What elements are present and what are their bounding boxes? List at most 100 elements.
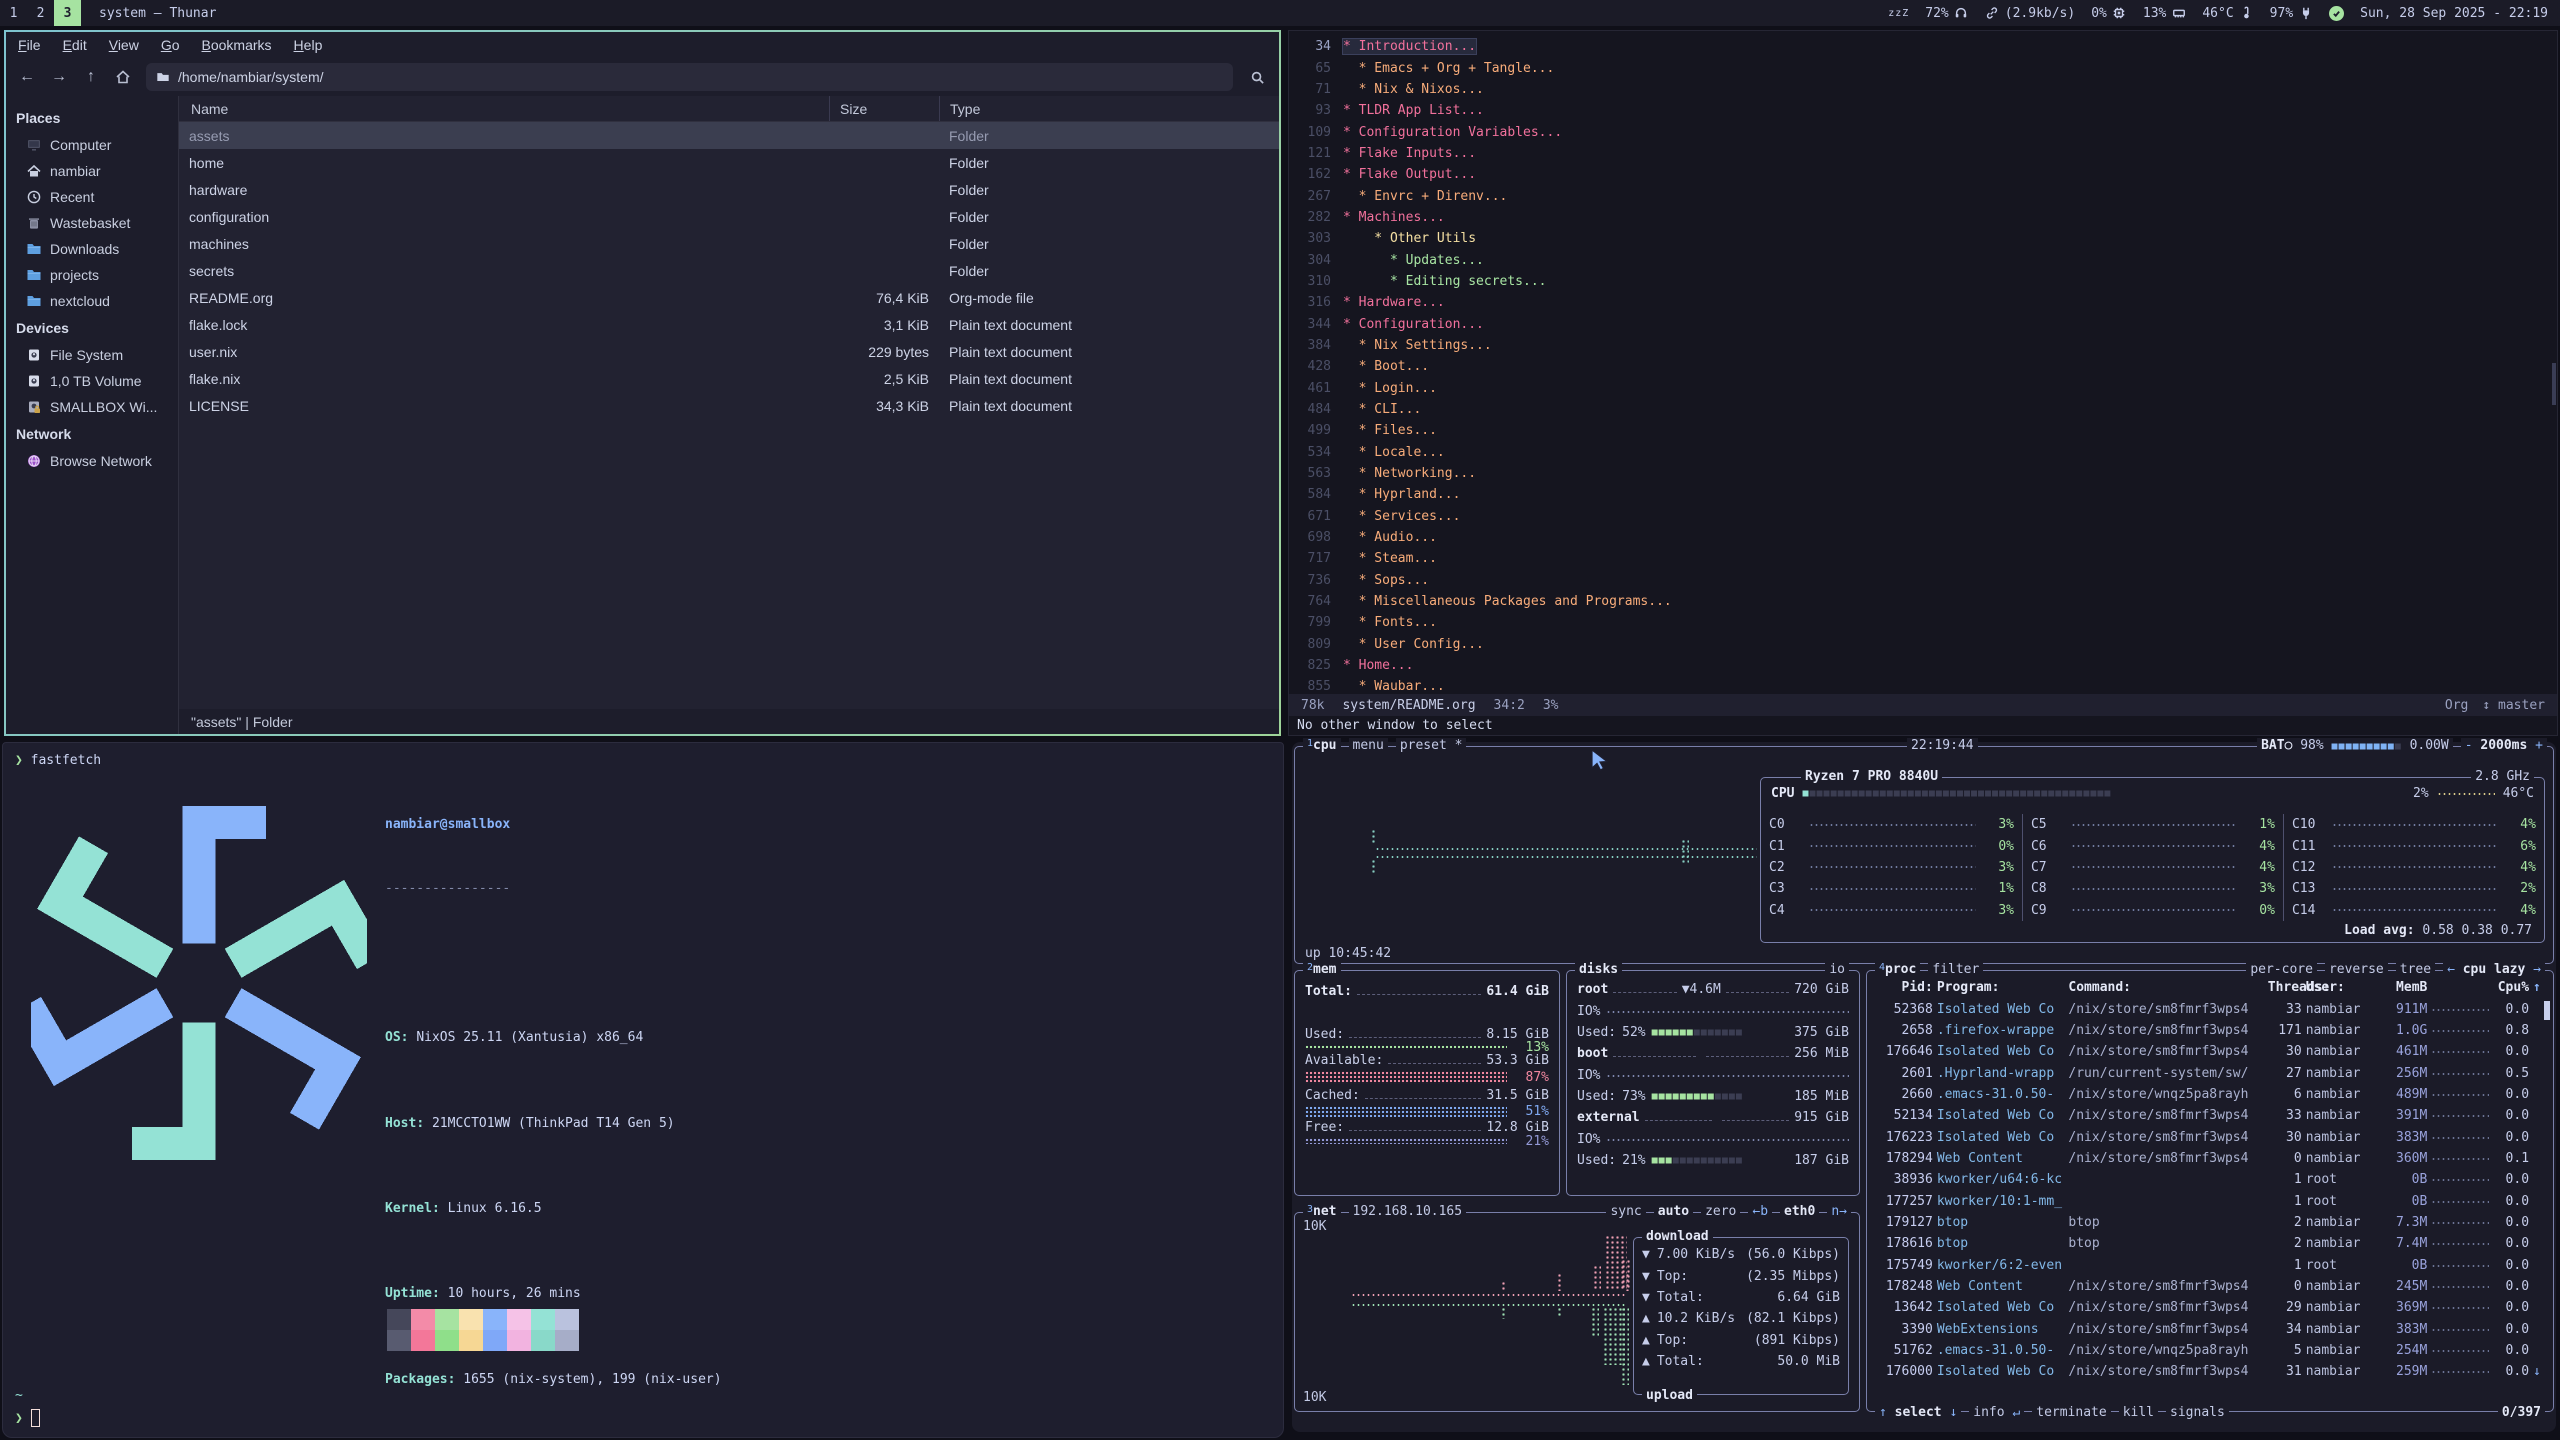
proc-scrollbar-thumb[interactable] <box>2544 1001 2550 1020</box>
org-heading-line[interactable]: 282 * Machines... <box>1289 207 2557 228</box>
menu-button[interactable]: menu <box>1349 738 1388 753</box>
header-program[interactable]: Program: <box>1937 980 2065 995</box>
process-row[interactable]: 176000 Isolated Web Co /nix/store/sm8fmr… <box>1867 1361 2553 1382</box>
shell-prompt-empty[interactable]: ❯ <box>15 1409 40 1427</box>
net-option-button[interactable]: auto <box>1654 1204 1693 1219</box>
up-button[interactable]: ↑ <box>76 63 106 91</box>
menu-item[interactable]: File <box>18 37 41 53</box>
sidebar-item[interactable]: Wastebasket <box>6 210 178 236</box>
updates-ok-icon[interactable] <box>2329 6 2344 21</box>
proc-option-button[interactable]: reverse <box>2325 962 2388 977</box>
clock[interactable]: Sun, 28 Sep 2025 - 22:19 <box>2360 6 2548 21</box>
process-row[interactable]: 178248 Web Content /nix/store/sm8fmrf3wp… <box>1867 1276 2553 1297</box>
org-heading-line[interactable]: 736 * Sops... <box>1289 570 2557 591</box>
header-mem[interactable]: MemB <box>2382 980 2428 995</box>
net-option-button[interactable]: sync <box>1606 1204 1645 1219</box>
org-heading-line[interactable]: 310 * Editing secrets... <box>1289 271 2557 292</box>
org-heading-line[interactable]: 428 * Boot... <box>1289 356 2557 377</box>
process-row[interactable]: 175749 kworker/6:2-even 1 root 0B 0.0 <box>1867 1254 2553 1275</box>
header-command[interactable]: Command: <box>2068 980 2263 995</box>
org-heading-line[interactable]: 162 * Flake Output... <box>1289 164 2557 185</box>
menu-item[interactable]: Bookmarks <box>202 37 272 53</box>
mem-box-title[interactable]: 2mem <box>1303 962 1341 977</box>
workspace-button[interactable]: 3 <box>54 0 81 26</box>
org-heading-line[interactable]: 121 * Flake Inputs... <box>1289 143 2557 164</box>
file-row[interactable]: LICENSE 34,3 KiB Plain text document <box>179 392 1279 419</box>
file-row[interactable]: home Folder <box>179 149 1279 176</box>
column-header-type[interactable]: Type <box>939 96 1279 121</box>
org-heading-line[interactable]: 809 * User Config... <box>1289 634 2557 655</box>
net-box-title[interactable]: 3net <box>1303 1204 1341 1219</box>
process-row[interactable]: 177257 kworker/10:1-mm_ 1 root 0B 0.0 <box>1867 1190 2553 1211</box>
menu-item[interactable]: Edit <box>63 37 87 53</box>
file-row[interactable]: flake.nix 2,5 KiB Plain text document <box>179 365 1279 392</box>
process-row[interactable]: 38936 kworker/u64:6-kc 1 root 0B 0.0 <box>1867 1169 2553 1190</box>
org-heading-line[interactable]: 461 * Login... <box>1289 378 2557 399</box>
header-cpu[interactable]: Cpu% <box>2493 980 2529 995</box>
org-heading-line[interactable]: 534 * Locale... <box>1289 442 2557 463</box>
file-row[interactable]: configuration Folder <box>179 203 1279 230</box>
org-heading-line[interactable]: 34 * Introduction... <box>1289 36 2557 57</box>
terminal-window[interactable]: ❯ fastfetch nambiar@smallbox -----------… <box>2 742 1284 1438</box>
net-option-button[interactable]: ←b <box>1748 1204 1772 1219</box>
filter-button[interactable]: filter <box>1928 962 1983 977</box>
process-row[interactable]: 51762 .emacs-31.0.50- /nix/store/wnqz5pa… <box>1867 1340 2553 1361</box>
sidebar-item[interactable]: Browse Network <box>6 448 178 474</box>
process-row[interactable]: 2660 .emacs-31.0.50- /nix/store/wnqz5pa8… <box>1867 1084 2553 1105</box>
sidebar-item[interactable]: projects <box>6 262 178 288</box>
proc-sort-control[interactable]: ← cpu lazy → <box>2443 962 2545 977</box>
proc-option-button[interactable]: tree <box>2396 962 2435 977</box>
sidebar-item[interactable]: Computer <box>6 132 178 158</box>
io-mode-button[interactable]: io <box>1825 962 1849 977</box>
header-threads[interactable]: Threads: <box>2268 980 2302 995</box>
process-row[interactable]: 2658 .firefox-wrappe /nix/store/sm8fmrf3… <box>1867 1020 2553 1041</box>
signals-button[interactable]: signals <box>2166 1405 2229 1420</box>
process-row[interactable]: 178616 btop btop 2 nambiar 7.4M 0.0 <box>1867 1233 2553 1254</box>
sidebar-item[interactable]: nambiar <box>6 158 178 184</box>
file-row[interactable]: secrets Folder <box>179 257 1279 284</box>
kill-button[interactable]: kill <box>2119 1405 2158 1420</box>
home-button[interactable] <box>108 63 138 91</box>
process-row[interactable]: 13642 Isolated Web Co /nix/store/sm8fmrf… <box>1867 1297 2553 1318</box>
temperature-status[interactable]: 46°C <box>2202 6 2253 21</box>
org-heading-line[interactable]: 484 * CLI... <box>1289 399 2557 420</box>
battery-status[interactable]: 97% <box>2270 6 2313 21</box>
org-heading-line[interactable]: 316 * Hardware... <box>1289 292 2557 313</box>
org-heading-line[interactable]: 499 * Files... <box>1289 420 2557 441</box>
info-button[interactable]: info ↵ <box>1969 1405 2024 1420</box>
org-heading-line[interactable]: 671 * Services... <box>1289 506 2557 527</box>
sidebar-item[interactable]: 1,0 TB Volume <box>6 368 178 394</box>
org-heading-line[interactable]: 303 * Other Utils <box>1289 228 2557 249</box>
cpu-box-title[interactable]: 1cpu <box>1303 738 1341 753</box>
back-button[interactable]: ← <box>12 63 42 91</box>
org-heading-line[interactable]: 717 * Steam... <box>1289 548 2557 569</box>
net-option-button[interactable]: eth0 <box>1780 1204 1819 1219</box>
sidebar-item[interactable]: File System <box>6 342 178 368</box>
process-row[interactable]: 52368 Isolated Web Co /nix/store/sm8fmrf… <box>1867 998 2553 1019</box>
workspace-button[interactable]: 2 <box>27 0 54 26</box>
sidebar-item[interactable]: nextcloud <box>6 288 178 314</box>
preset-button[interactable]: preset * <box>1396 738 1467 753</box>
file-row[interactable]: README.org 76,4 KiB Org-mode file <box>179 284 1279 311</box>
org-heading-line[interactable]: 304 * Updates... <box>1289 249 2557 270</box>
forward-button[interactable]: → <box>44 63 74 91</box>
file-row[interactable]: machines Folder <box>179 230 1279 257</box>
scroll-up-icon[interactable]: ↑ <box>2533 980 2545 995</box>
org-heading-line[interactable]: 384 * Nix Settings... <box>1289 335 2557 356</box>
terminate-button[interactable]: terminate <box>2032 1405 2110 1420</box>
file-row[interactable]: assets Folder <box>179 122 1279 149</box>
process-row[interactable]: 2601 .Hyprland-wrapp /run/current-system… <box>1867 1062 2553 1083</box>
file-row[interactable]: flake.lock 3,1 KiB Plain text document <box>179 311 1279 338</box>
org-heading-line[interactable]: 93 * TLDR App List... <box>1289 100 2557 121</box>
net-option-button[interactable]: n→ <box>1827 1204 1851 1219</box>
org-heading-line[interactable]: 71 * Nix & Nixos... <box>1289 79 2557 100</box>
menu-item[interactable]: View <box>109 37 139 53</box>
process-row[interactable]: 176223 Isolated Web Co /nix/store/sm8fmr… <box>1867 1126 2553 1147</box>
org-heading-line[interactable]: 799 * Fonts... <box>1289 612 2557 633</box>
column-header-size[interactable]: Size <box>829 96 939 121</box>
sidebar-item[interactable]: Recent <box>6 184 178 210</box>
org-heading-line[interactable]: 267 * Envrc + Direnv... <box>1289 185 2557 206</box>
btop-window[interactable]: 1cpu menu preset * 22:19:44 BAT○ 98% ■■■… <box>1292 742 2556 1432</box>
org-heading-line[interactable]: 825 * Home... <box>1289 655 2557 676</box>
column-header-name[interactable]: Name <box>179 96 829 121</box>
